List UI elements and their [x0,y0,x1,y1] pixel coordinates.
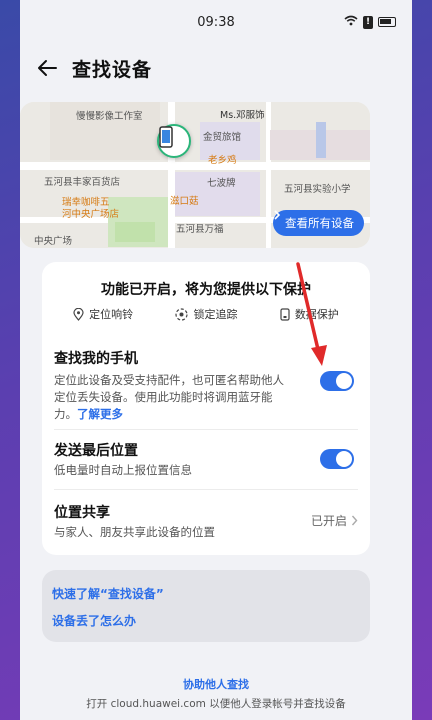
lock-track-icon [175,307,189,321]
map-label: 河中央广场店 [62,209,120,220]
send-last-location-desc: 低电量时自动上报位置信息 [54,463,192,477]
battery-icon [378,17,396,27]
feature-locate-ring: 定位响铃 [73,306,133,322]
map-label: 滋口菇 [170,196,199,207]
view-all-devices-label: 查看所有设备 [285,216,354,230]
status-icons: ! [344,15,396,29]
divider [54,429,358,430]
location-share-desc: 与家人、朋友共享此设备的位置 [54,525,215,539]
find-my-phone-toggle[interactable] [320,371,354,391]
protection-title: 功能已开启，将为您提供以下保护 [101,282,311,298]
map-label: 金贸旅馆 [203,132,242,143]
location-share-status[interactable]: 已开启 [311,512,358,529]
feature-label: 定位响铃 [89,308,134,321]
location-share-title: 位置共享 [54,505,110,521]
map-label: Ms.邓服饰 [220,110,265,121]
find-my-phone-title: 查找我的手机 [54,351,138,367]
feature-label: 数据保护 [294,308,339,321]
device-lost-link[interactable]: 设备丢了怎么办 [52,612,136,629]
map-label: 五河县实验小学 [284,184,351,195]
map-label: 五河县万福 [176,224,224,235]
map-label: 七波牌 [207,178,236,189]
help-others-find-link[interactable]: 协助他人查找 [0,676,432,692]
send-last-location-title: 发送最后位置 [54,443,138,459]
alert-icon: ! [363,15,373,29]
chevron-right-icon [274,210,281,220]
cloud-instructions-text: 打开 cloud.huawei.com 以便他人登录帐号并查找设备 [86,698,346,710]
back-arrow-icon[interactable] [34,55,60,81]
help-card: 快速了解“查找设备” 设备丢了怎么办 [42,570,370,642]
phone-icon [159,126,173,148]
page-title: 查找设备 [72,58,153,81]
divider [54,489,358,490]
find-my-phone-desc: 定位此设备及受支持配件，也可匿名帮助他人定位丢失设备。使用此功能时将调用蓝牙能力… [54,372,292,423]
map-label: 老乡鸡 [208,155,237,166]
header: 查找设备 [20,44,412,92]
map-label: 慢慢影像工作室 [76,111,143,122]
wifi-icon [344,15,358,29]
learn-more-link[interactable]: 了解更多 [77,407,123,421]
data-protect-icon [280,307,290,321]
location-share-status-label: 已开启 [310,514,347,528]
feature-label: 锁定追踪 [193,308,238,321]
learn-find-device-link[interactable]: 快速了解“查找设备” [52,585,164,602]
location-pin-icon [73,307,84,321]
map-label: 中央广场 [34,236,73,247]
status-bar: 09:38 ! [20,0,412,44]
protection-features: 定位响铃 锁定追踪 数据保护 [42,306,370,322]
send-last-location-toggle[interactable] [320,449,354,469]
feature-data-protect: 数据保护 [280,306,339,322]
device-location-marker[interactable] [157,124,191,158]
map-label: 五河县丰家百货店 [44,177,121,188]
view-all-devices-button[interactable]: 查看所有设备 [273,210,364,236]
protection-card: 功能已开启，将为您提供以下保护 定位响铃 锁定追踪 数据保护 查找我的手机 定位… [42,262,370,555]
feature-lock-track: 锁定追踪 [175,306,237,322]
chevron-right-icon [351,515,358,526]
device-map[interactable]: 慢慢影像工作室 Ms.邓服饰 金贸旅馆 老乡鸡 七波牌 五河县丰家百货店 瑞幸咖… [20,102,370,248]
